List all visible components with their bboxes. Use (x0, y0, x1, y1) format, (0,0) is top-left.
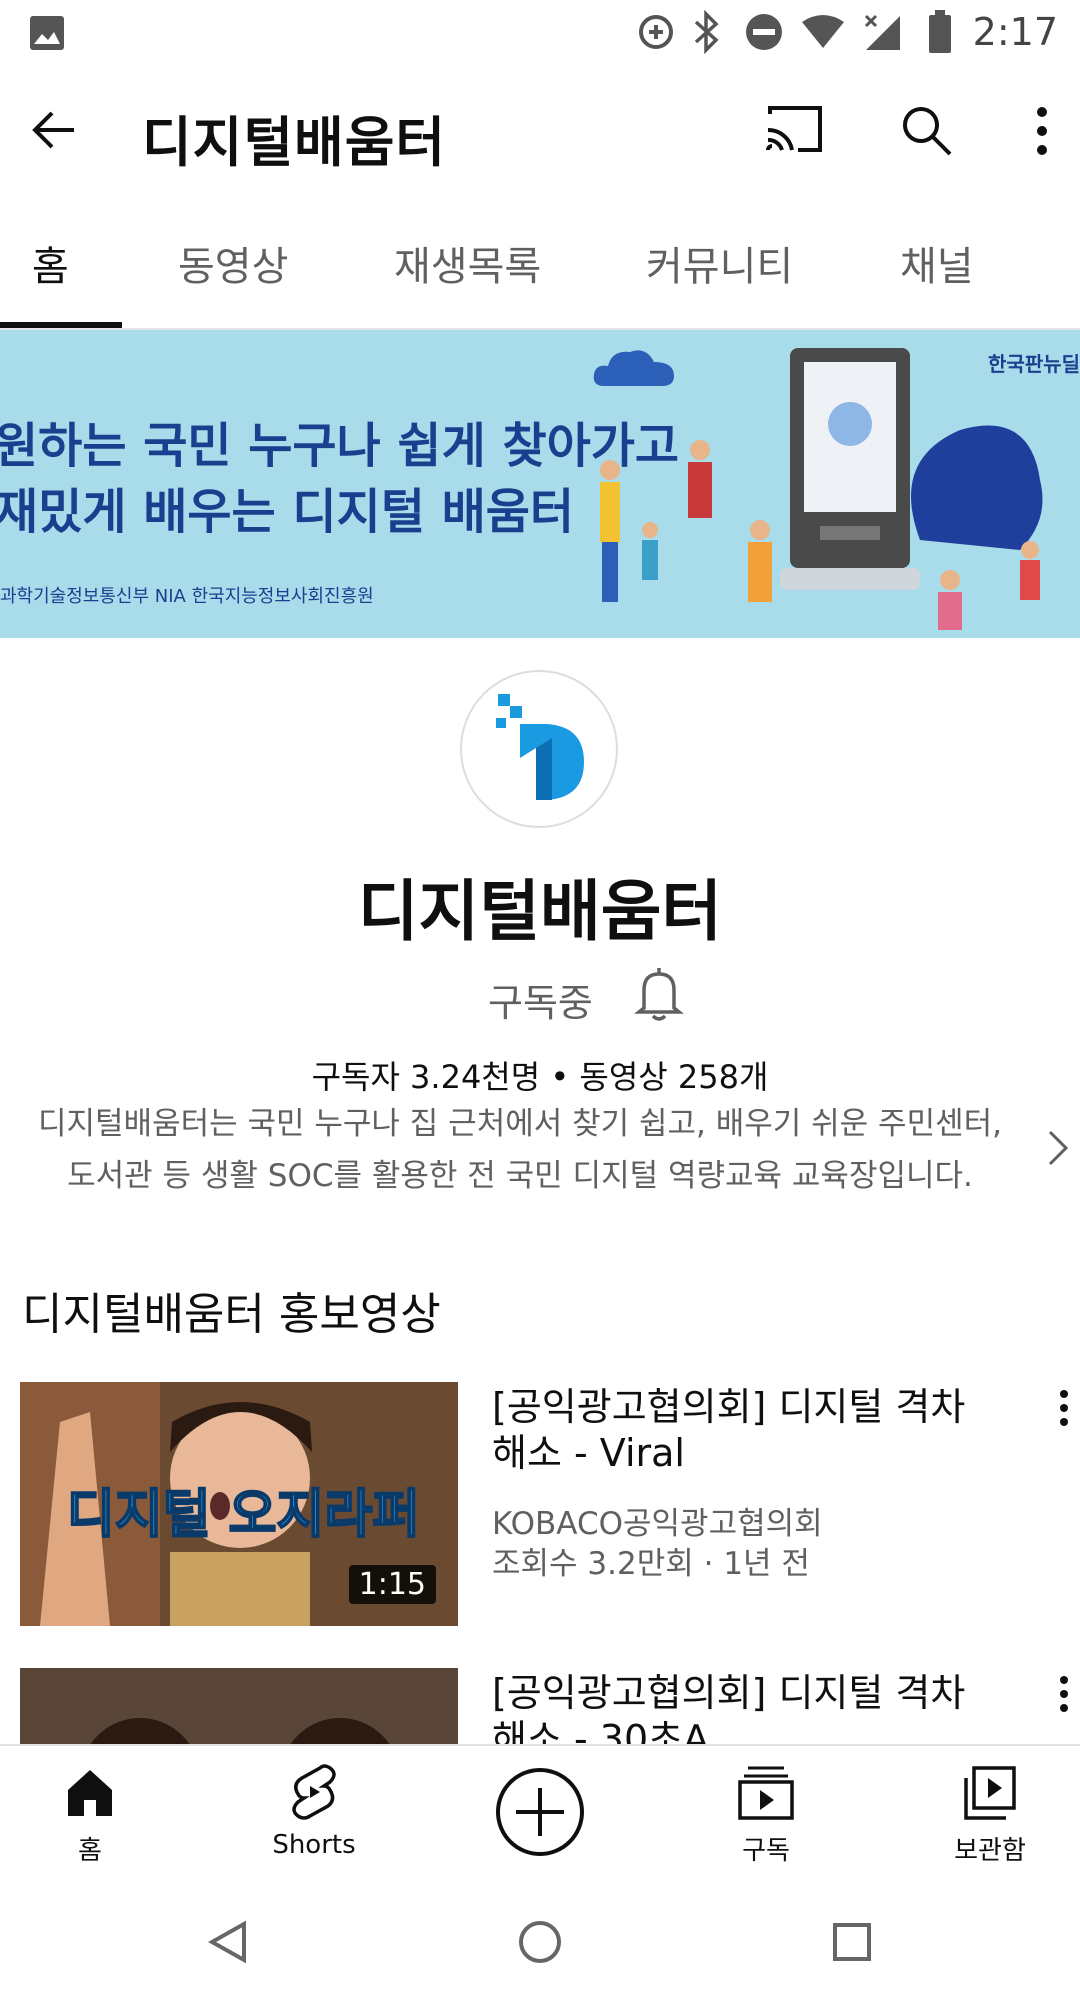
video-thumbnail-image (20, 1668, 458, 1744)
tab-community[interactable]: 커뮤니티 (646, 234, 793, 292)
channel-description-line2: 도서관 등 생활 SOC를 활용한 전 국민 디지털 역량교육 교육장입니다. (67, 1158, 973, 1194)
video-title[interactable]: [공익광고협의회] 디지털 격차 해소 - Viral (492, 1384, 1012, 1476)
wifi-icon (802, 15, 844, 48)
chevron-right-icon[interactable] (1046, 1128, 1070, 1168)
nav-library-label: 보관함 (954, 1836, 1026, 1866)
search-icon[interactable] (900, 104, 954, 158)
nav-create[interactable] (450, 1746, 630, 1870)
tab-channels[interactable]: 채널 (900, 234, 974, 292)
subscribed-button[interactable]: 구독중 (488, 972, 593, 1027)
system-home-icon[interactable] (518, 1920, 562, 1964)
video-meta: 조회수 3.2만회 · 1년 전 (492, 1546, 810, 1582)
video-more-icon[interactable] (1052, 1388, 1076, 1428)
status-time: 2:17 (972, 10, 1058, 54)
nav-home[interactable]: 홈 (0, 1746, 180, 1870)
ai-head-illustration (911, 425, 1043, 630)
nav-shorts-label: Shorts (272, 1830, 356, 1860)
video-channel[interactable]: KOBACO공익광고협의회 (492, 1498, 823, 1543)
banner-sponsor-logos: 과학기술정보통신부 NIA 한국지능정보사회진흥원 (0, 586, 374, 607)
video-thumbnail[interactable] (20, 1668, 458, 1744)
tab-playlists[interactable]: 재생목록 (394, 234, 541, 292)
video-more-icon[interactable] (1052, 1674, 1076, 1714)
data-saver-icon (639, 15, 673, 49)
video-item[interactable]: [공익광고협의회] 디지털 격차 해소 - 30초A (0, 1668, 1080, 1744)
bottom-navigation: 홈 Shorts 구독 보관함 (0, 1744, 1080, 1870)
library-icon (964, 1766, 1016, 1820)
thumbnail-text: 디지털 오지라퍼 (67, 1485, 420, 1545)
channel-description[interactable]: 디지털배움터는 국민 누구나 집 근처에서 찾기 쉽고, 배우기 쉬운 주민센터… (0, 1098, 1040, 1202)
video-title[interactable]: [공익광고협의회] 디지털 격차 해소 - 30초A (492, 1670, 1012, 1744)
notification-bell-icon[interactable] (634, 966, 684, 1022)
bluetooth-icon (694, 10, 719, 54)
gallery-notification-icon (30, 16, 64, 50)
channel-tabs: 홈 동영상 재생목록 커뮤니티 채널 (0, 194, 1080, 330)
video-item[interactable]: 디지털 오지라퍼 1:15 [공익광고협의회] 디지털 격차 해소 - Vira… (0, 1382, 1080, 1632)
do-not-disturb-icon (746, 14, 782, 50)
tab-videos[interactable]: 동영상 (178, 234, 288, 292)
section-title[interactable]: 디지털배움터 홍보영상 (22, 1278, 441, 1342)
video-thumbnail[interactable]: 디지털 오지라퍼 1:15 (20, 1382, 458, 1626)
cloud-icon (593, 350, 674, 386)
app-bar: 디지털배움터 (0, 68, 1080, 194)
system-recents-icon[interactable] (832, 1922, 872, 1962)
banner-headline-line2: 재밌게 배우는 디지털 배움터 (0, 484, 575, 540)
channel-avatar[interactable] (460, 670, 618, 828)
nav-subscriptions-label: 구독 (742, 1836, 790, 1866)
more-vert-icon[interactable] (1030, 104, 1054, 158)
nav-library[interactable]: 보관함 (900, 1746, 1080, 1870)
nav-subscriptions[interactable]: 구독 (676, 1746, 856, 1870)
system-back-icon[interactable] (208, 1920, 248, 1964)
channel-banner: 원하는 국민 누구나 쉽게 찾아가고 재밌게 배우는 디지털 배움터 과학기술정… (0, 330, 1080, 638)
back-arrow-icon[interactable] (28, 104, 80, 156)
people-illustration (600, 440, 772, 602)
shorts-icon (292, 1764, 336, 1820)
banner-headline-line1: 원하는 국민 누구나 쉽게 찾아가고 (0, 418, 680, 474)
channel-stats: 구독자 3.24천명 • 동영상 258개 (311, 1058, 769, 1096)
tab-home[interactable]: 홈 (32, 234, 69, 292)
cast-icon[interactable] (764, 104, 824, 154)
nav-home-label: 홈 (78, 1836, 102, 1866)
channel-description-line1: 디지털배움터는 국민 누구나 집 근처에서 찾기 쉽고, 배우기 쉬운 주민센터… (38, 1106, 1002, 1142)
cell-signal-icon (864, 14, 900, 50)
nav-shorts[interactable]: Shorts (224, 1746, 404, 1870)
digital-baeumteo-logo (496, 694, 584, 800)
system-navigation-bar (0, 1870, 1080, 2006)
home-icon (68, 1770, 112, 1816)
video-duration: 1:15 (348, 1565, 436, 1604)
create-icon (496, 1768, 584, 1856)
battery-icon (929, 10, 951, 53)
active-tab-indicator (0, 322, 122, 328)
subscriptions-icon (738, 1766, 794, 1820)
channel-name: 디지털배움터 (357, 873, 723, 950)
page-title: 디지털배움터 (142, 111, 447, 174)
banner-brand: 한국판뉴딜 (988, 352, 1080, 376)
status-bar: 2:17 (0, 0, 1080, 68)
